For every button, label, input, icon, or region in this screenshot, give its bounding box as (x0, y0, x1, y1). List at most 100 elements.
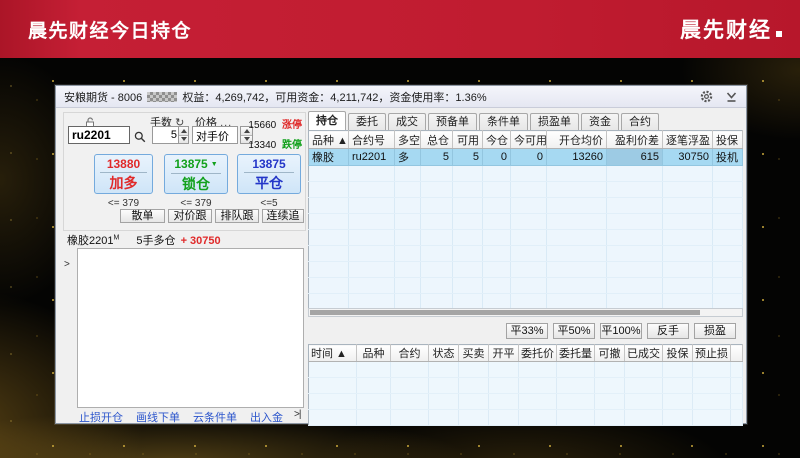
banner-title: 晨先财经今日持仓 (28, 20, 193, 42)
message-log-area (77, 248, 304, 408)
split-order-button[interactable]: 散单 (120, 209, 165, 223)
col-profit-spread[interactable]: 盈利价差 (606, 130, 663, 149)
tab-condition-orders[interactable]: 条件单 (479, 113, 528, 130)
empty-row (308, 245, 743, 262)
lock-position-button[interactable]: 13875 ▼ 锁仓 (164, 154, 228, 194)
cell-hedge-flag: 投机 (712, 148, 743, 166)
col-variety[interactable]: 品种 (356, 344, 391, 362)
col-total[interactable]: 总仓 (420, 130, 453, 149)
follow-opposite-price-button[interactable]: 对价跟 (168, 209, 212, 223)
lock-position-label: 锁仓 (182, 175, 210, 192)
tab-trades[interactable]: 成交 (388, 113, 426, 130)
quantity-up-button[interactable] (179, 127, 188, 135)
position-summary-pnl: + 30750 (180, 235, 221, 247)
position-action-buttons: 平33% 平50% 平100% 反手 损盈 (506, 323, 736, 339)
add-long-label: 加多 (109, 175, 138, 191)
col-order-volume[interactable]: 委托量 (556, 344, 595, 362)
collapse-window-icon[interactable] (725, 90, 738, 103)
empty-row (308, 261, 743, 278)
order-table-header: 时间 ▲ 品种 合约 状态 买卖 开平 委托价 委托量 可撤 已成交 投保 预止… (308, 344, 743, 362)
col-direction[interactable]: 多空 (394, 130, 421, 149)
window-title-stats: 权益：4,269,742，可用资金：4,211,742，资金使用率：1.36% (182, 91, 487, 104)
col-buy-sell[interactable]: 买卖 (458, 344, 489, 362)
cell-available: 5 (452, 148, 483, 166)
cloud-condition-order-link[interactable]: 云条件单 (193, 409, 237, 425)
col-open-close[interactable]: 开平 (488, 344, 519, 362)
col-contract[interactable]: 合约 (390, 344, 429, 362)
quantity-down-button[interactable] (179, 134, 188, 143)
order-entry-group: 手数 ↻ 价格 ... 对手价 (63, 112, 306, 231)
close-50-button[interactable]: 平50% (553, 323, 595, 339)
col-filled[interactable]: 已成交 (624, 344, 663, 362)
empty-row (308, 197, 743, 214)
col-today[interactable]: 今仓 (482, 130, 511, 149)
banner-brand-dot-icon (776, 31, 782, 37)
limit-up-price: 15660 涨停 (248, 116, 302, 131)
window-title: 安粮期货 - 8006 权益：4,269,742，可用资金：4,211,742，… (64, 89, 700, 105)
tab-funds[interactable]: 资金 (581, 113, 619, 130)
empty-row (308, 277, 743, 294)
col-cancellable[interactable]: 可撤 (594, 344, 625, 362)
expand-panel-handle[interactable]: >| (294, 409, 302, 420)
lock-position-price-row: 13875 ▼ (174, 157, 217, 172)
limit-up-value: 15660 (248, 120, 277, 131)
banner: 晨先财经今日持仓 晨先财经 (0, 0, 800, 58)
trading-window: 安粮期货 - 8006 权益：4,269,742，可用资金：4,211,742，… (55, 85, 747, 426)
empty-row (308, 393, 743, 410)
col-available[interactable]: 可用 (452, 130, 483, 149)
col-contract[interactable]: 合约号 (348, 130, 395, 149)
col-time[interactable]: 时间 ▲ (308, 344, 357, 362)
scrollbar-thumb[interactable] (310, 310, 700, 315)
col-floating-pnl[interactable]: 逐笔浮盈 (662, 130, 713, 149)
cell-today: 0 (482, 148, 511, 166)
stop-profit-button[interactable]: 损盈 (694, 323, 736, 339)
add-long-button[interactable]: 13880 加多 (94, 154, 153, 194)
col-order-price[interactable]: 委托价 (518, 344, 557, 362)
col-open-avg-price[interactable]: 开仓均价 (546, 130, 607, 149)
add-long-price: 13880 (106, 157, 141, 171)
tab-prepared-orders[interactable]: 预备单 (428, 113, 477, 130)
main-contract-marker: M (113, 234, 120, 242)
collapse-panel-handle[interactable]: > (64, 259, 70, 270)
position-row-selected[interactable]: 橡胶 ru2201 多 5 5 0 0 13260 615 30750 投机 (308, 148, 743, 166)
order-table: 时间 ▲ 品种 合约 状态 买卖 开平 委托价 委托量 可撤 已成交 投保 预止… (308, 344, 743, 426)
tab-orders[interactable]: 委托 (348, 113, 386, 130)
limit-down-value: 13340 (248, 140, 277, 151)
tab-stop-profit-orders[interactable]: 损盈单 (530, 113, 579, 130)
price-mode-select[interactable]: 对手价 (192, 126, 238, 144)
settings-gear-icon[interactable] (700, 90, 713, 103)
col-today-available[interactable]: 今可用 (510, 130, 547, 149)
cell-variety: 橡胶 (308, 148, 349, 166)
cell-direction: 多 (394, 148, 421, 166)
queue-follow-button[interactable]: 排队跟 (215, 209, 259, 223)
censored-account (147, 91, 178, 102)
draw-line-order-link[interactable]: 画线下单 (136, 409, 180, 425)
close-33-button[interactable]: 平33% (506, 323, 548, 339)
col-variety[interactable]: 品种 ▲ (308, 130, 349, 149)
close-100-button[interactable]: 平100% (600, 323, 642, 339)
horizontal-scrollbar[interactable] (308, 308, 743, 317)
reverse-button[interactable]: 反手 (647, 323, 689, 339)
empty-row (308, 181, 743, 198)
close-position-price: 13875 (252, 157, 286, 171)
contract-input[interactable] (68, 126, 130, 144)
col-hedge-flag[interactable]: 投保 (662, 344, 693, 362)
limit-down-price: 13340 跌停 (248, 136, 302, 151)
col-status[interactable]: 状态 (428, 344, 459, 362)
empty-row (308, 361, 743, 378)
quantity-input[interactable] (153, 127, 178, 143)
tab-contracts[interactable]: 合约 (621, 113, 659, 130)
continuous-chase-button[interactable]: 连续追 (262, 209, 304, 223)
tab-positions[interactable]: 持仓 (308, 111, 346, 130)
deposit-withdraw-link[interactable]: 出入金 (250, 409, 283, 425)
right-panel-tabs: 持仓 委托 成交 预备单 条件单 损盈单 资金 合约 (308, 111, 661, 130)
window-title-prefix: 安粮期货 - 8006 (64, 91, 143, 104)
stop-loss-open-link[interactable]: 止损开仓 (79, 409, 123, 425)
col-pre-stop-loss[interactable]: 预止损 (692, 344, 731, 362)
col-hedge-flag[interactable]: 投保 (712, 130, 743, 149)
add-long-limit-note: <= 379 (107, 198, 140, 209)
position-table: 品种 ▲ 合约号 多空 总仓 可用 今仓 今可用 开仓均价 盈利价差 逐笔浮盈 … (308, 130, 743, 310)
search-icon[interactable] (134, 130, 146, 148)
close-position-button[interactable]: 13875 平仓 (237, 154, 301, 194)
position-summary: 橡胶2201M 5手多仓 + 30750 (67, 232, 221, 248)
